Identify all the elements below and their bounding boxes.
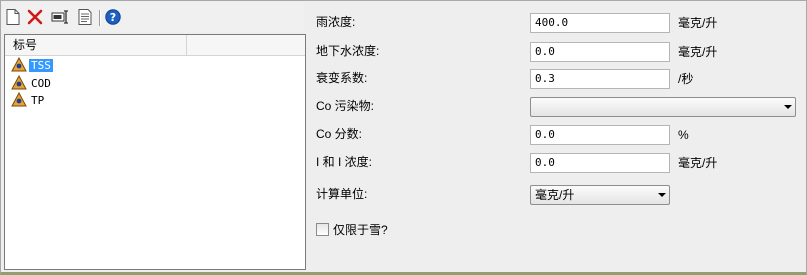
decay-coefficient-label: 衰变系数: [316,71,368,85]
groundwater-concentration-input[interactable]: 0.0 [530,42,670,62]
chevron-down-icon [658,193,666,197]
pollutant-icon [11,57,27,72]
list-item-label: COD [31,76,51,90]
list-item-tp[interactable]: TP [11,92,46,108]
calc-unit-value: 毫克/升 [535,188,575,202]
pollutant-icon [11,92,27,107]
rain-concentration-unit: 毫克/升 [678,16,718,30]
svg-text:?: ? [110,11,116,24]
groundwater-concentration-label: 地下水浓度: [316,44,380,58]
snow-only-checkbox[interactable] [316,222,329,236]
pollutant-list[interactable]: 标号 TSS COD TP [4,34,306,270]
calc-unit-select[interactable]: 毫克/升 [530,185,670,205]
ii-concentration-input[interactable]: 0.0 [530,153,670,173]
co-fraction-label: Co 分数: [316,127,363,141]
snow-only-option[interactable]: 仅限于雪? [316,220,388,238]
decay-coefficient-unit: /秒 [678,72,694,86]
delete-icon[interactable] [26,8,44,26]
list-item-label: TSS [29,58,53,72]
calc-unit-label: 计算单位: [316,187,368,201]
properties-panel: 雨浓度: 400.0 毫克/升 地下水浓度: 0.0 毫克/升 衰变系数: 0.… [308,2,800,270]
co-fraction-unit: % [678,128,689,142]
list-item-cod[interactable]: COD [11,75,53,91]
co-fraction-input[interactable]: 0.0 [530,125,670,145]
help-icon[interactable]: ? [104,8,122,26]
toolbar: ? [2,2,304,32]
new-document-icon[interactable] [4,8,22,26]
pollutant-icon [11,75,27,90]
properties-icon[interactable] [76,8,94,26]
rename-icon[interactable] [50,8,72,26]
column-header-label[interactable]: 标号 [5,35,187,55]
chevron-down-icon [784,105,792,109]
co-pollutant-select[interactable] [530,97,796,117]
snow-only-label: 仅限于雪? [333,222,388,237]
pollutant-panel: ? 标号 TSS COD TP [2,2,306,270]
ii-concentration-unit: 毫克/升 [678,156,718,170]
decay-coefficient-input[interactable]: 0.3 [530,69,670,89]
co-pollutant-label: Co 污染物: [316,99,375,113]
rain-concentration-label: 雨浓度: [316,15,356,29]
list-item-tss[interactable]: TSS [11,57,53,73]
ii-concentration-label: I 和 I 浓度: [316,155,373,169]
list-item-label: TP [31,93,45,107]
toolbar-separator [99,10,100,26]
groundwater-concentration-unit: 毫克/升 [678,45,718,59]
rain-concentration-input[interactable]: 400.0 [530,13,670,33]
list-header: 标号 [5,35,305,56]
